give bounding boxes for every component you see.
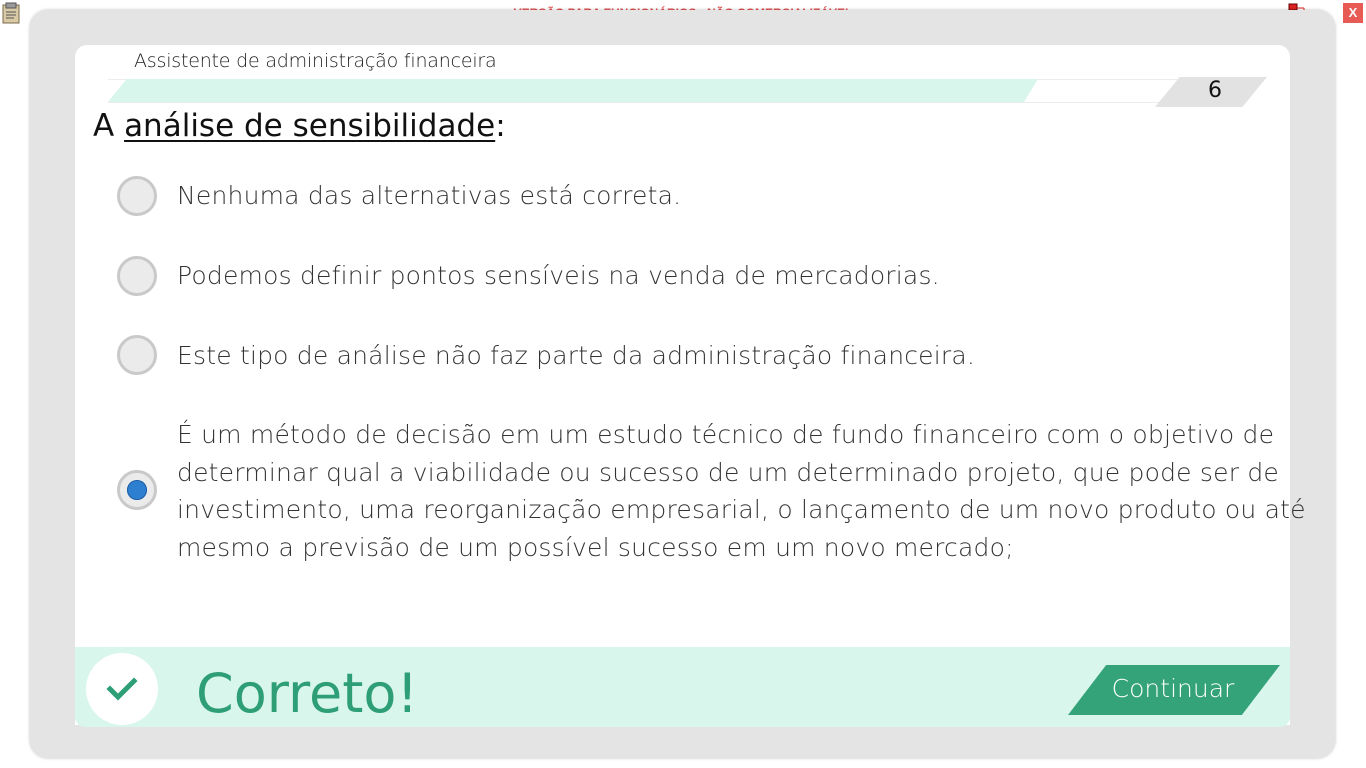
question-title: A análise de sensibilidade: <box>93 108 506 144</box>
option-label[interactable]: Este tipo de análise não faz parte da ad… <box>177 337 975 375</box>
option-label-line: investimento, uma reorganização empresar… <box>177 495 1306 524</box>
radio-button[interactable] <box>117 256 157 296</box>
option-label[interactable]: É um método de decisão em um estudo técn… <box>177 416 1306 566</box>
option-label-line: determinar qual a viabilidade ou sucesso… <box>177 457 1279 487</box>
option-label[interactable]: Podemos definir pontos sensíveis na vend… <box>177 257 940 295</box>
question-card <box>75 45 1290 725</box>
option-label-line: mesmo a previsão de um possível sucesso … <box>177 532 1014 562</box>
question-suffix: : <box>495 108 506 144</box>
feedback-label: Correto! <box>196 662 419 725</box>
progress-fill <box>108 79 1038 102</box>
checkmark-icon <box>106 677 138 701</box>
radio-button[interactable] <box>117 176 157 216</box>
question-term: análise de sensibilidade <box>124 108 496 144</box>
close-button[interactable]: X <box>1343 3 1363 23</box>
radio-button[interactable] <box>117 470 157 510</box>
step-number: 6 <box>1208 78 1222 103</box>
option-label[interactable]: Nenhuma das alternativas está correta. <box>177 177 681 215</box>
course-title: Assistente de administração financeira <box>134 50 497 72</box>
radio-button[interactable] <box>117 335 157 375</box>
check-circle <box>86 653 158 725</box>
question-prefix: A <box>93 108 125 144</box>
option-label-line: É um método de decisão em um estudo técn… <box>177 420 1275 449</box>
